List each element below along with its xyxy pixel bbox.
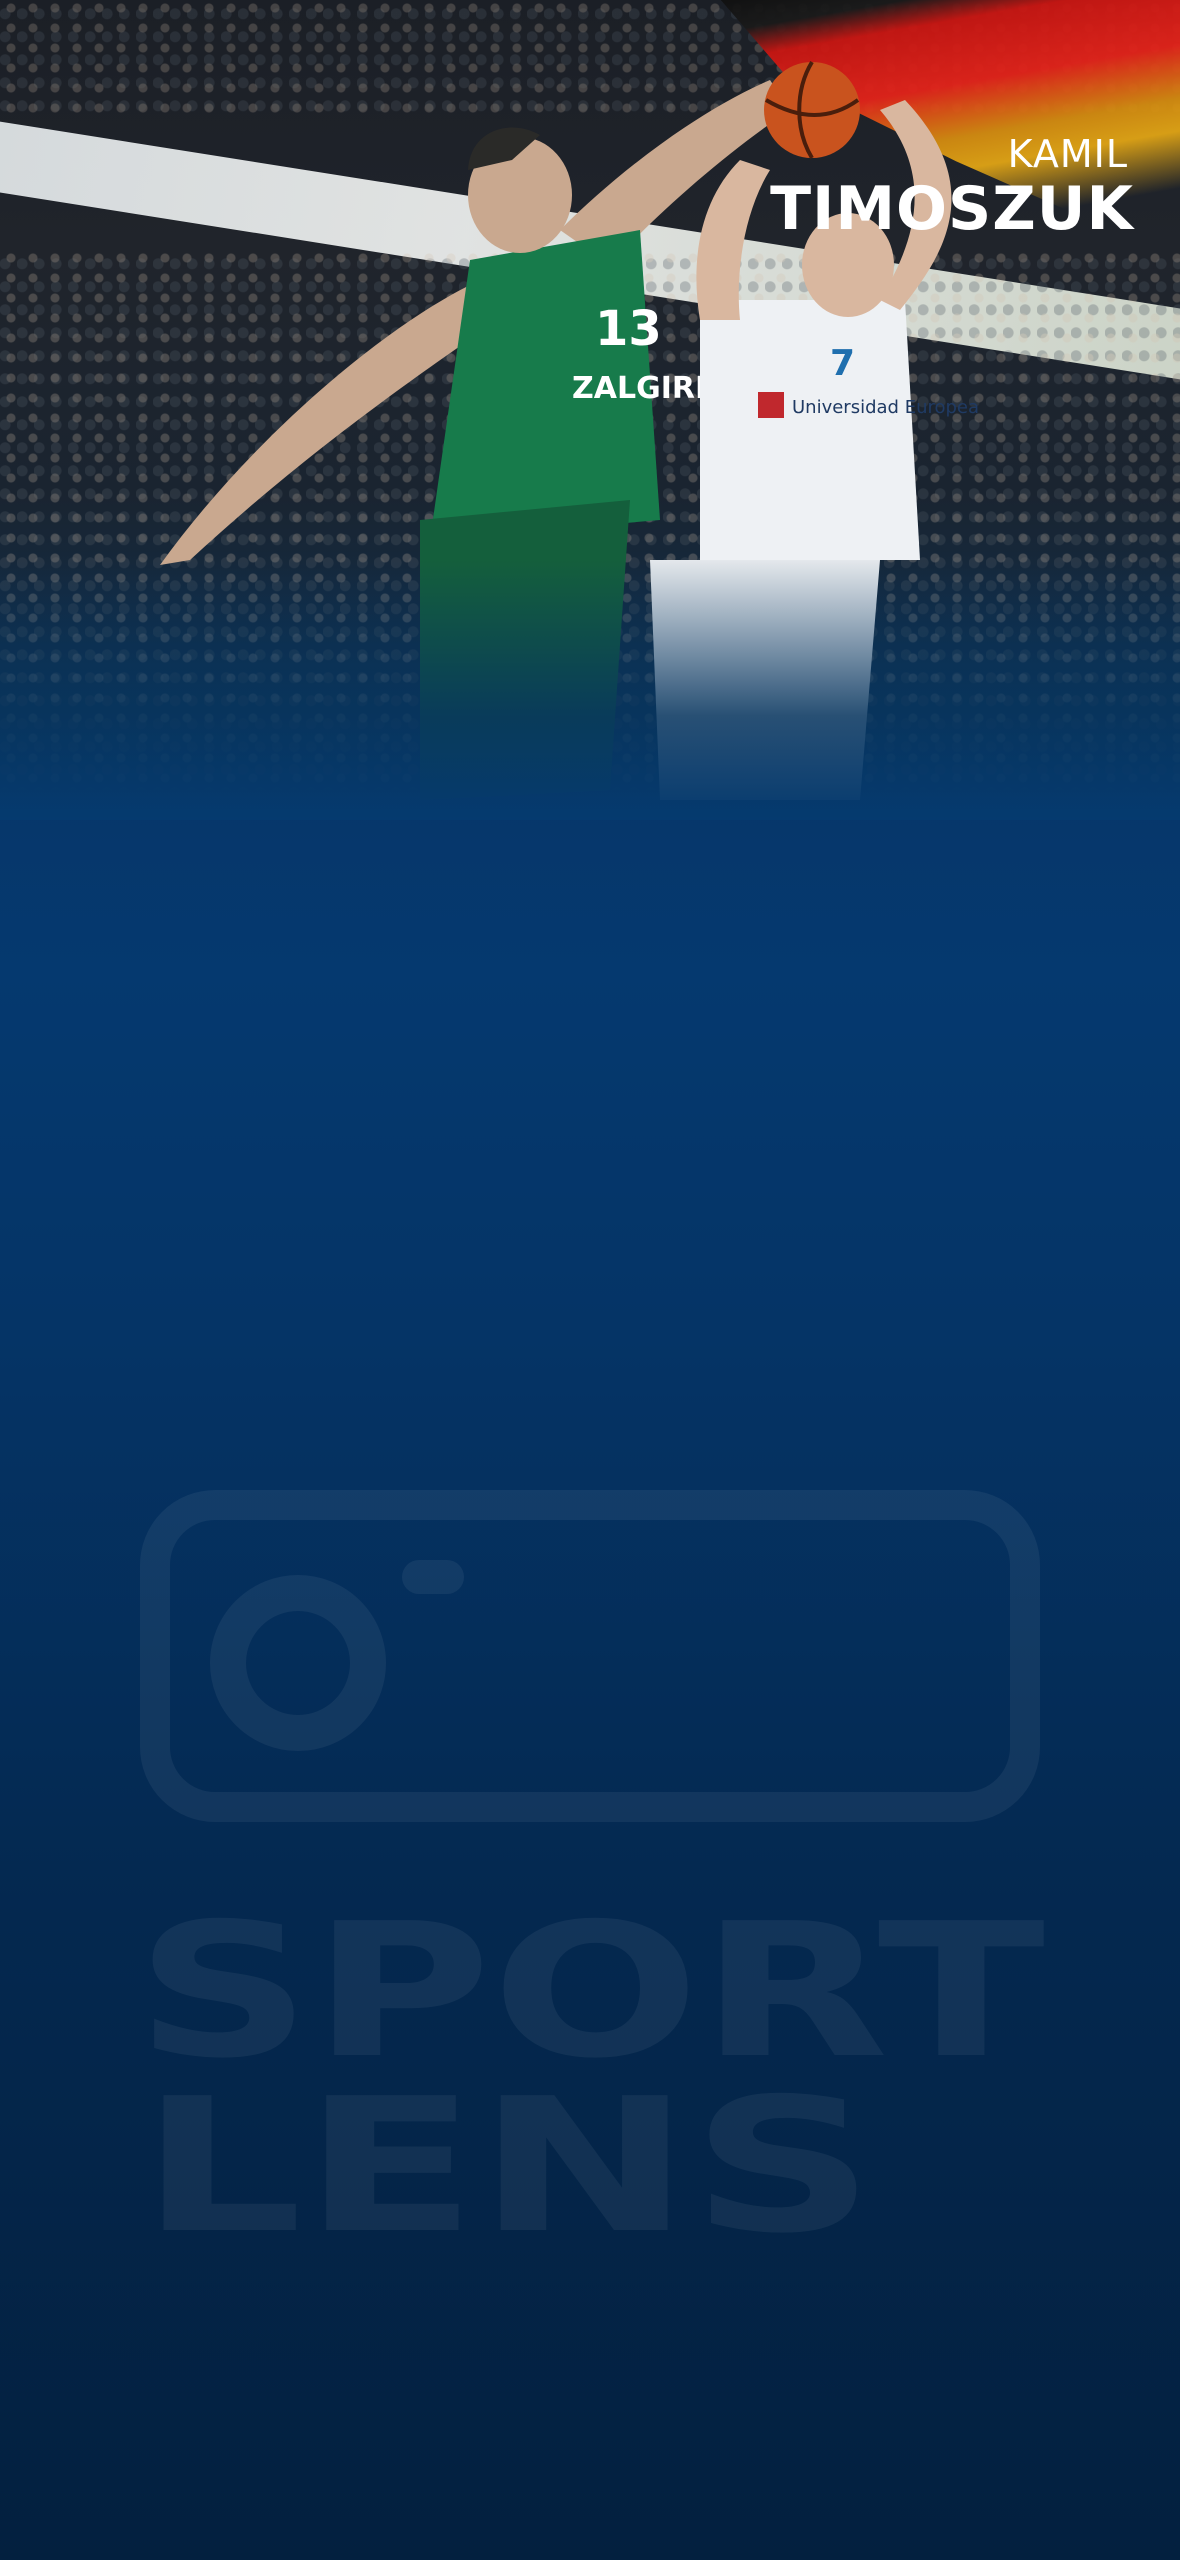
green-jersey-number: 13 (595, 301, 662, 357)
hero-photo: 13 ZALGIRIS 7 Universidad Europea (0, 0, 1180, 820)
white-jersey-number: 7 (830, 343, 855, 384)
watermark-word-sport: SPORT (135, 1883, 1045, 2099)
hero-fade-overlay (0, 560, 1180, 820)
camera-icon (140, 1490, 1040, 1822)
player-last-name: TIMOSZUK (770, 174, 1134, 244)
white-jersey-text: Universidad Europea (792, 397, 979, 418)
player-first-name: KAMIL (1007, 132, 1128, 176)
watermark-word-lens: LENS (140, 2058, 875, 2274)
player-name-block: KAMIL TIMOSZUK (770, 132, 1133, 242)
